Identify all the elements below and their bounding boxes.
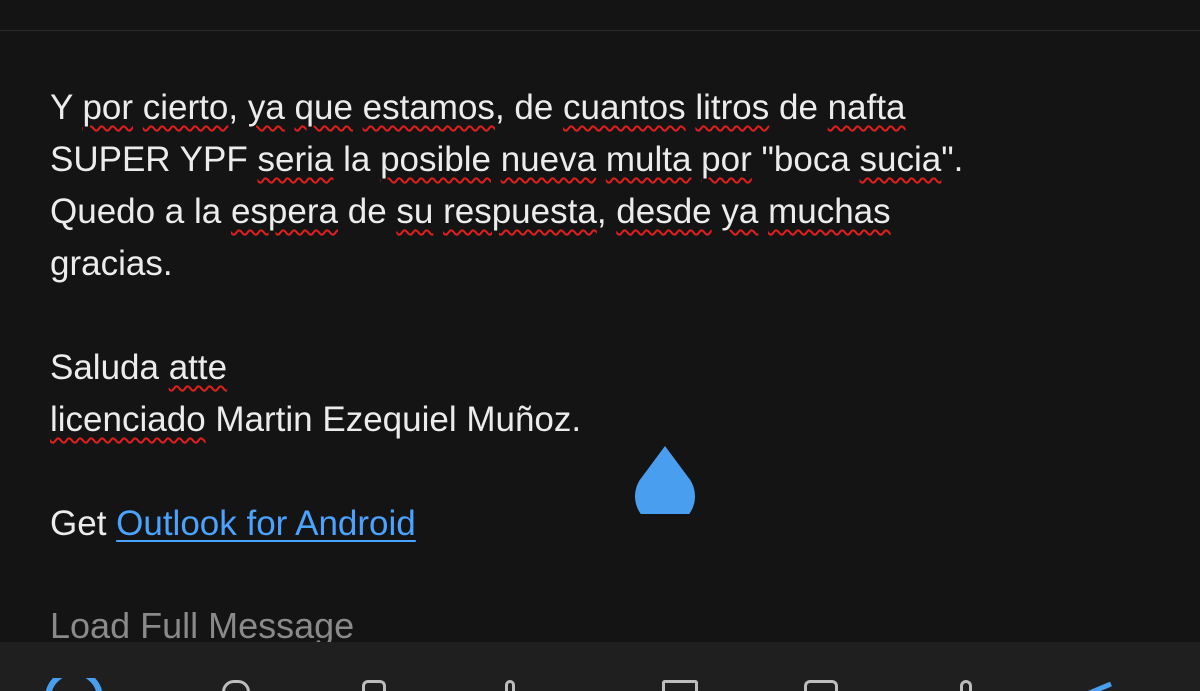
misspelled-word: licenciado	[50, 400, 206, 439]
misspelled-word: sucia	[859, 140, 942, 179]
text-segment: de	[338, 192, 397, 231]
text-segment	[491, 140, 501, 179]
misspelled-word: su	[396, 192, 434, 231]
text-segment	[686, 88, 696, 127]
bottom-action-bar	[0, 642, 1200, 691]
misspelled-word: litros	[695, 88, 770, 127]
misspelled-word: nafta	[827, 88, 906, 127]
misspelled-word: estamos	[362, 88, 495, 127]
more-icon[interactable]	[505, 680, 515, 691]
misspelled-word: posible	[380, 140, 491, 179]
send-icon[interactable]	[1085, 682, 1115, 691]
text-segment: , de	[494, 88, 564, 127]
text-segment: Quedo a la	[50, 192, 231, 231]
calendar-icon[interactable]	[804, 680, 838, 691]
text-segment	[133, 88, 143, 127]
text-cursor-handle-icon[interactable]	[633, 444, 697, 514]
misspelled-word: ya	[247, 88, 285, 127]
message-line: Quedo a la espera de su respuesta, desde…	[50, 186, 1160, 238]
text-segment: gracias.	[50, 244, 173, 283]
signature-line: licenciado Martin Ezequiel Muñoz.	[50, 394, 1160, 446]
text-segment: la	[333, 140, 381, 179]
forward-icon[interactable]	[362, 680, 386, 691]
message-line: Y por cierto, ya que estamos, de cuantos…	[50, 82, 1160, 134]
text-segment: "boca	[751, 140, 860, 179]
text-segment	[596, 140, 606, 179]
overflow-icon[interactable]	[960, 680, 972, 691]
misspelled-word: desde	[616, 192, 712, 231]
avatar-icon[interactable]	[44, 678, 104, 691]
misspelled-word: por	[701, 140, 752, 179]
header-divider	[0, 30, 1200, 31]
misspelled-word: cuantos	[563, 88, 686, 127]
text-segment	[758, 192, 768, 231]
text-segment: Y	[50, 88, 83, 127]
misspelled-word: por	[82, 88, 134, 127]
message-body: Y por cierto, ya que estamos, de cuantos…	[50, 82, 1160, 550]
text-segment	[353, 88, 363, 127]
misspelled-word: multa	[605, 140, 692, 179]
message-line: SUPER YPF seria la posible nueva multa p…	[50, 134, 1160, 186]
email-reading-view: Y por cierto, ya que estamos, de cuantos…	[0, 0, 1200, 691]
text-segment	[712, 192, 722, 231]
text-segment	[433, 192, 443, 231]
text-segment	[691, 140, 701, 179]
misspelled-word: seria	[257, 140, 334, 179]
outlook-for-android-link[interactable]: Outlook for Android	[116, 504, 416, 543]
misspelled-word: espera	[230, 192, 338, 231]
misspelled-word: respuesta	[443, 192, 597, 231]
outlook-footer: Get Outlook for Android	[50, 498, 1160, 550]
misspelled-word: atte	[168, 348, 228, 387]
text-segment: SUPER YPF	[50, 140, 258, 179]
text-segment	[285, 88, 295, 127]
message-line: gracias.	[50, 238, 1160, 290]
misspelled-word: nueva	[500, 140, 597, 179]
text-segment: de	[769, 88, 828, 127]
text-segment: ,	[596, 192, 617, 231]
text-segment: ,	[228, 88, 248, 127]
text-segment: Martin Ezequiel Muñoz.	[205, 400, 582, 439]
signature-line: Saluda atte	[50, 342, 1160, 394]
footer-prefix: Get	[50, 504, 117, 543]
reply-icon[interactable]	[222, 680, 250, 691]
misspelled-word: muchas	[768, 192, 891, 231]
archive-icon[interactable]	[662, 680, 698, 691]
misspelled-word: ya	[721, 192, 759, 231]
text-segment: Saluda	[50, 348, 169, 387]
misspelled-word: que	[294, 88, 353, 127]
text-segment: ".	[941, 140, 964, 179]
misspelled-word: cierto	[142, 88, 229, 127]
